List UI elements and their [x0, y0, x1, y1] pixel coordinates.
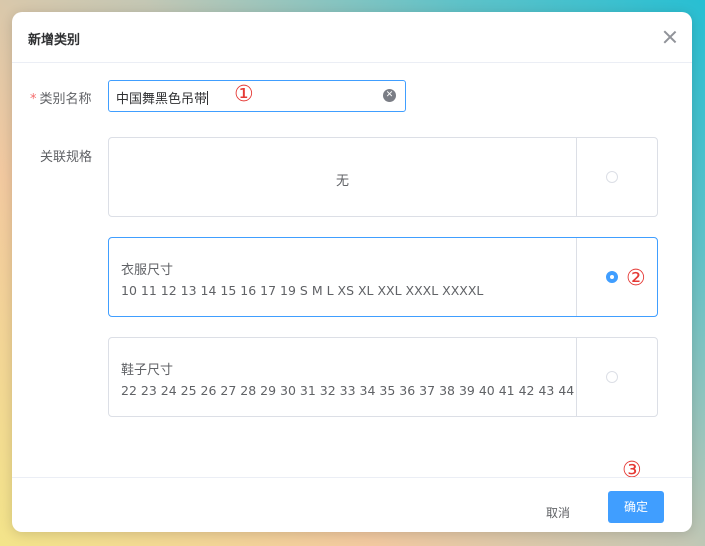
card-divider — [576, 338, 577, 416]
spec-radio-none[interactable] — [606, 171, 618, 183]
category-name-input[interactable]: 中国舞黑色吊带 ✕ — [108, 80, 406, 112]
dialog-header: 新增类别 — [12, 12, 692, 63]
dialog-footer: 取消 确定 — [12, 477, 692, 532]
confirm-button[interactable]: 确定 — [608, 491, 664, 523]
card-divider — [576, 238, 577, 316]
spec-radio-clothing[interactable] — [606, 271, 618, 283]
required-mark: * — [30, 92, 37, 107]
spec-radio-shoes[interactable] — [606, 371, 618, 383]
spec-option-none[interactable]: 无 — [108, 137, 658, 217]
card-divider — [576, 138, 577, 216]
spec-name: 衣服尺寸 — [121, 263, 174, 278]
add-category-dialog: 新增类别 * 类别名称 中国舞黑色吊带 ✕ ① 关联规格 无 衣服尺寸 10 11… — [12, 12, 692, 532]
clear-icon[interactable]: ✕ — [383, 89, 396, 102]
spec-option-clothing[interactable]: 衣服尺寸 10 11 12 13 14 15 16 17 19 S M L XS… — [108, 237, 658, 317]
spec-name: 鞋子尺寸 — [121, 363, 174, 378]
cancel-button[interactable]: 取消 — [528, 498, 588, 528]
spec-option-shoes[interactable]: 鞋子尺寸 22 23 24 25 26 27 28 29 30 31 32 33… — [108, 337, 658, 417]
close-icon[interactable] — [662, 29, 678, 45]
spec-values: 10 11 12 13 14 15 16 17 19 S M L XS XL X… — [121, 283, 484, 298]
spec-option-none-label: 无 — [335, 174, 349, 189]
spec-label: 关联规格 — [40, 150, 93, 165]
annotation-marker-2: ② — [626, 266, 646, 291]
category-name-label: * 类别名称 — [30, 92, 92, 107]
dialog-title: 新增类别 — [28, 33, 81, 48]
spec-values: 22 23 24 25 26 27 28 29 30 31 32 33 34 3… — [121, 383, 575, 398]
category-name-value[interactable]: 中国舞黑色吊带 — [116, 88, 209, 107]
annotation-marker-1: ① — [234, 82, 254, 107]
